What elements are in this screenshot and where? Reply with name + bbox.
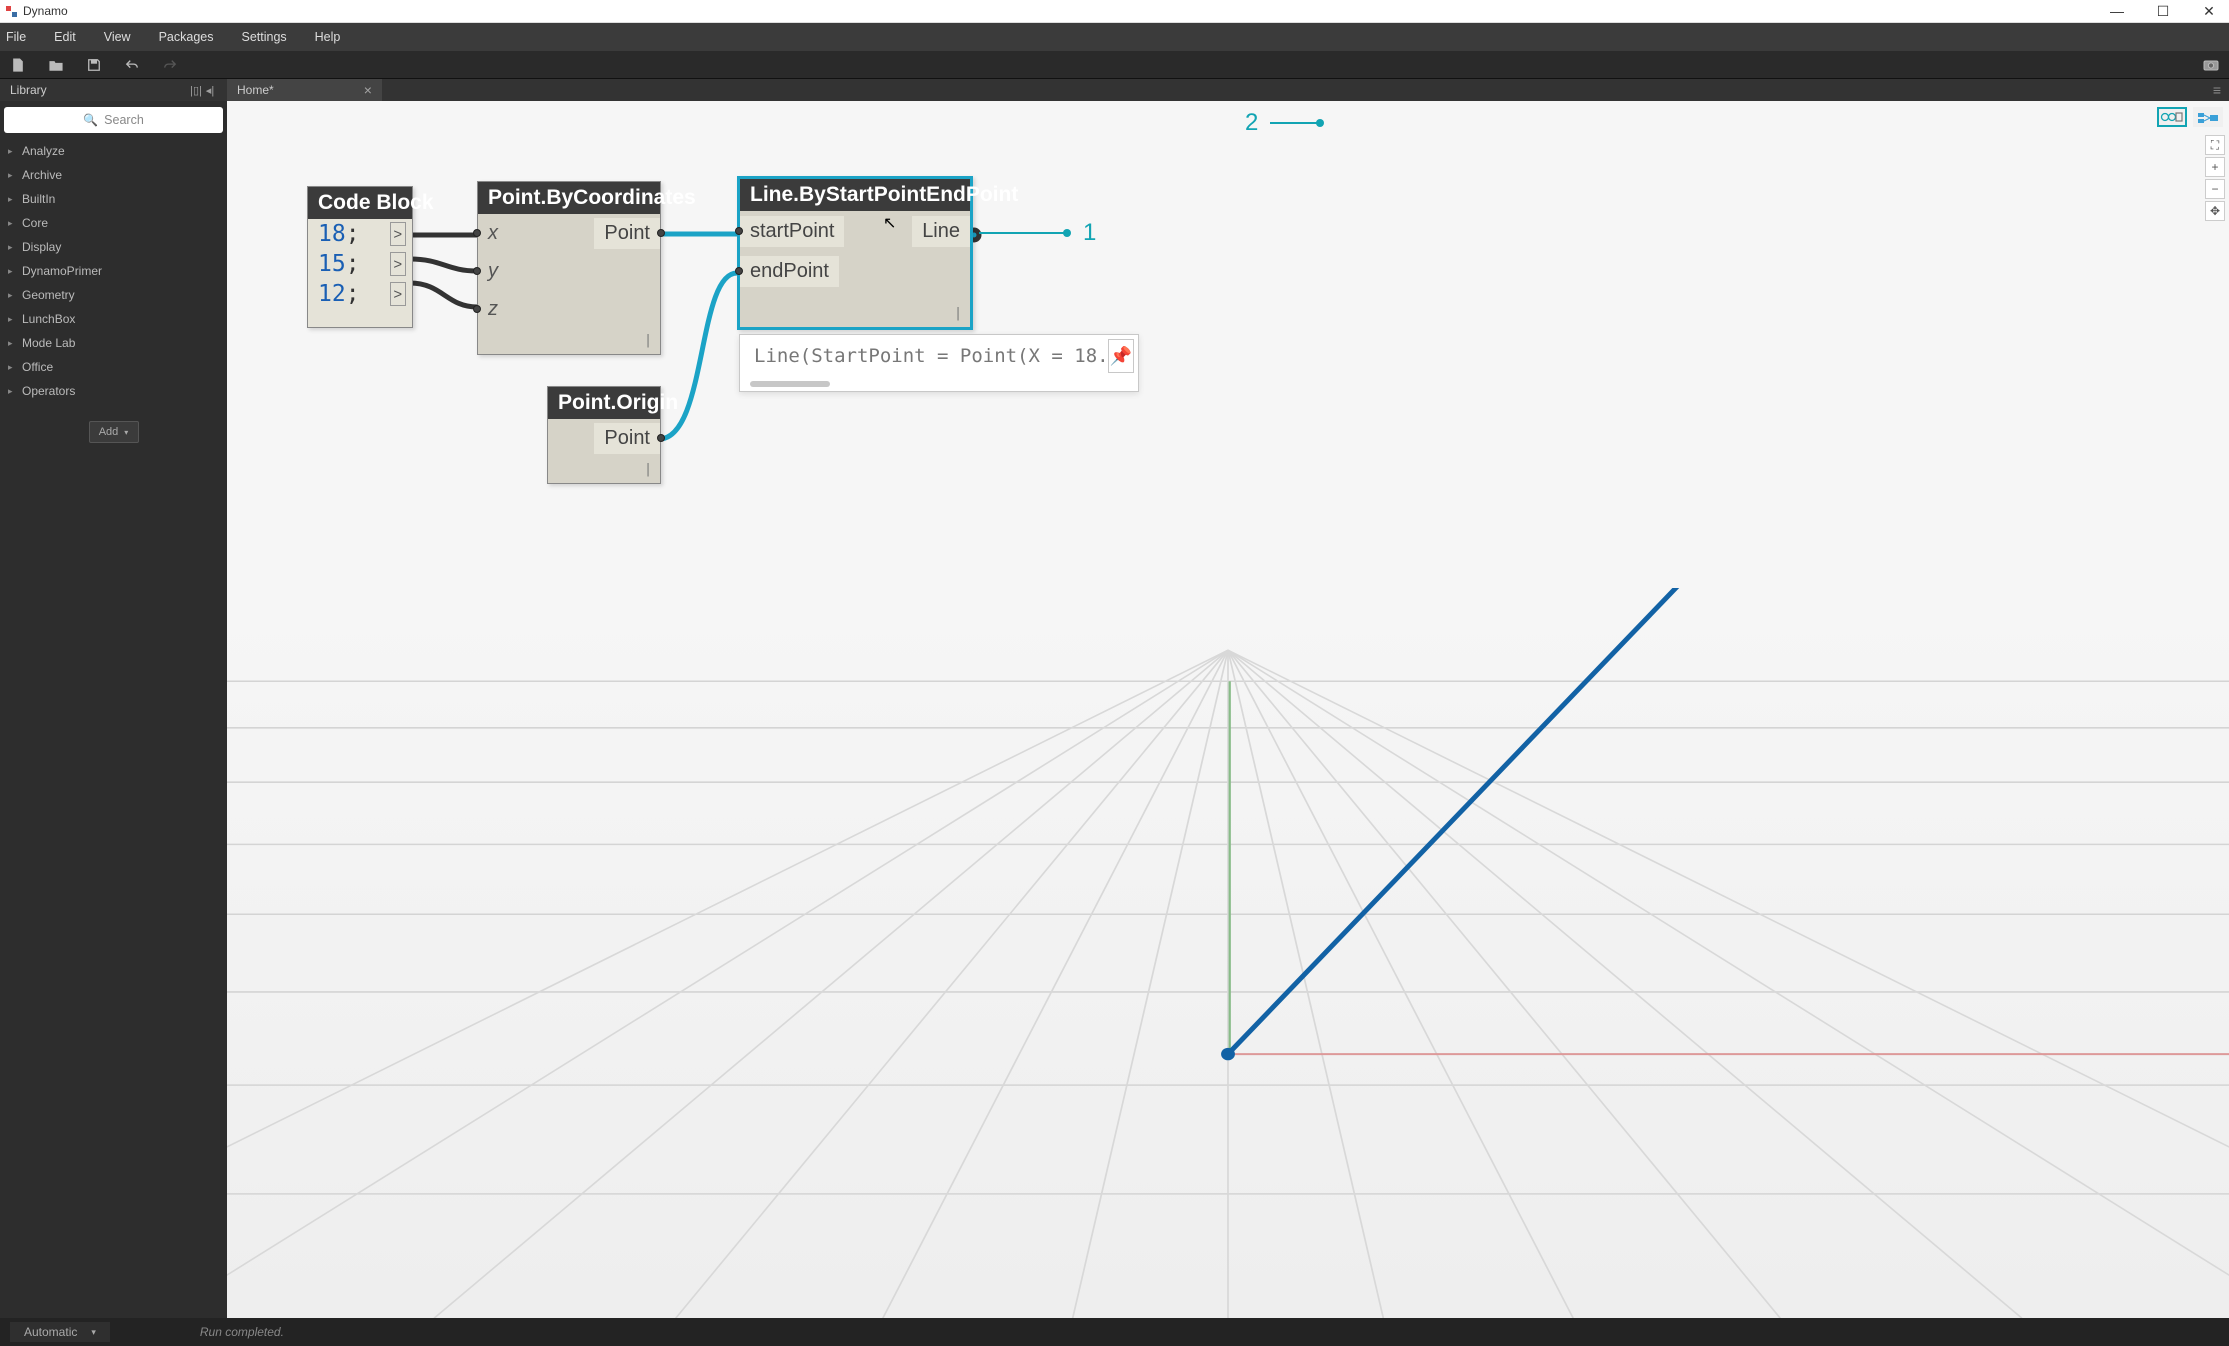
output-port-icon[interactable]: >: [390, 282, 406, 306]
watch-preview-bubble: Line(StartPoint = Point(X = 18.000, Y = …: [739, 334, 1139, 392]
node-code-block[interactable]: Code Block 18;> 15;> 12;>: [307, 186, 413, 328]
node-point-origin[interactable]: Point.Origin Point |: [547, 386, 661, 484]
fit-view-button[interactable]: ⛶: [2205, 135, 2225, 155]
watch-scrollbar[interactable]: [750, 381, 830, 387]
library-title: Library: [10, 83, 189, 97]
viewport-nav-controls: ⛶ + − ✥: [2205, 135, 2225, 221]
tool-bar: [0, 51, 2229, 79]
library-layout-icon[interactable]: |▯|: [189, 84, 203, 97]
run-mode-selector[interactable]: Automatic▾: [10, 1322, 110, 1342]
search-icon: 🔍: [83, 113, 98, 127]
node-title: Code Block: [308, 187, 412, 219]
menu-settings[interactable]: Settings: [241, 30, 286, 44]
library-search-input[interactable]: 🔍 Search: [4, 107, 223, 133]
tab-close-icon[interactable]: ×: [364, 82, 372, 98]
output-port-icon[interactable]: >: [390, 222, 406, 246]
output-port-line[interactable]: Line: [912, 216, 970, 247]
input-port-z[interactable]: z: [478, 298, 504, 321]
undo-icon[interactable]: [124, 57, 140, 73]
category-office[interactable]: ▸Office: [0, 355, 227, 379]
menu-file[interactable]: File: [6, 30, 26, 44]
zoom-in-button[interactable]: +: [2205, 157, 2225, 177]
annotation-2: 2: [1245, 109, 1324, 137]
redo-icon[interactable]: [162, 57, 178, 73]
library-add-button[interactable]: Add▾: [89, 421, 139, 443]
node-title: Point.Origin: [548, 387, 660, 419]
category-archive[interactable]: ▸Archive: [0, 163, 227, 187]
cursor-icon: ↖: [883, 213, 896, 233]
nav-graph-button[interactable]: [2193, 107, 2223, 127]
new-file-icon[interactable]: [10, 57, 26, 73]
output-port-icon[interactable]: >: [390, 252, 406, 276]
input-port-endpoint[interactable]: endPoint: [740, 256, 839, 287]
status-bar: Automatic▾ Run completed.: [0, 1318, 2229, 1346]
output-port-point[interactable]: Point: [594, 218, 660, 249]
title-bar: Dynamo — ☐ ✕: [0, 0, 2229, 23]
category-geometry[interactable]: ▸Geometry: [0, 283, 227, 307]
category-dynamoprimer[interactable]: ▸DynamoPrimer: [0, 259, 227, 283]
menu-help[interactable]: Help: [315, 30, 341, 44]
window-minimize-icon[interactable]: —: [2107, 3, 2127, 19]
node-line-by-start-end[interactable]: Line.ByStartPointEndPoint startPoint Line…: [737, 176, 973, 330]
main-area: Library |▯| ◂| 🔍 Search ▸Analyze ▸Archiv…: [0, 79, 2229, 1318]
workspace: Home* × ≡: [227, 79, 2229, 1318]
annotation-1: 1: [979, 219, 1096, 247]
category-lunchbox[interactable]: ▸LunchBox: [0, 307, 227, 331]
input-port-y[interactable]: y: [478, 260, 504, 283]
zoom-out-button[interactable]: −: [2205, 179, 2225, 199]
library-panel: Library |▯| ◂| 🔍 Search ▸Analyze ▸Archiv…: [0, 79, 227, 1318]
save-icon[interactable]: [86, 57, 102, 73]
pan-button[interactable]: ✥: [2205, 201, 2225, 221]
app-title: Dynamo: [23, 4, 68, 18]
status-message: Run completed.: [200, 1325, 284, 1339]
category-core[interactable]: ▸Core: [0, 211, 227, 235]
lacing-icon: |: [644, 462, 652, 477]
node-point-by-coordinates[interactable]: Point.ByCoordinates x Point y z |: [477, 181, 661, 355]
library-header: Library |▯| ◂|: [0, 79, 227, 101]
node-title: Point.ByCoordinates: [478, 182, 660, 214]
menu-bar: File Edit View Packages Settings Help: [0, 23, 2229, 51]
workspace-tab-home[interactable]: Home* ×: [227, 79, 382, 101]
category-analyze[interactable]: ▸Analyze: [0, 139, 227, 163]
viewport-toggle-group: [2157, 107, 2223, 127]
pin-icon[interactable]: 📌: [1108, 339, 1134, 373]
open-file-icon[interactable]: [48, 57, 64, 73]
menu-edit[interactable]: Edit: [54, 30, 76, 44]
background-grid: [227, 588, 2229, 1318]
lacing-icon: |: [644, 333, 652, 348]
category-operators[interactable]: ▸Operators: [0, 379, 227, 403]
lacing-icon: |: [954, 306, 962, 321]
camera-icon[interactable]: [2203, 57, 2219, 73]
category-builtin[interactable]: ▸BuiltIn: [0, 187, 227, 211]
tab-label: Home*: [237, 83, 274, 97]
nav-3d-button[interactable]: [2157, 107, 2187, 127]
workspace-menu-icon[interactable]: ≡: [2213, 82, 2229, 98]
window-close-icon[interactable]: ✕: [2199, 3, 2219, 20]
menu-packages[interactable]: Packages: [159, 30, 214, 44]
category-modelab[interactable]: ▸Mode Lab: [0, 331, 227, 355]
window-maximize-icon[interactable]: ☐: [2153, 3, 2173, 20]
search-placeholder: Search: [104, 113, 144, 127]
watch-text: Line(StartPoint = Point(X = 18.000, Y =: [740, 335, 1104, 377]
workspace-tab-bar: Home* × ≡: [227, 79, 2229, 101]
node-title: Line.ByStartPointEndPoint: [740, 179, 970, 211]
output-port-point[interactable]: Point: [594, 423, 660, 454]
category-display[interactable]: ▸Display: [0, 235, 227, 259]
menu-view[interactable]: View: [104, 30, 131, 44]
graph-canvas[interactable]: Code Block 18;> 15;> 12;> Point.ByCoordi…: [227, 101, 2229, 1318]
library-collapse-icon[interactable]: ◂|: [203, 84, 217, 97]
input-port-x[interactable]: x: [478, 222, 504, 245]
app-logo-icon: [6, 6, 17, 17]
input-port-startpoint[interactable]: startPoint: [740, 216, 844, 247]
